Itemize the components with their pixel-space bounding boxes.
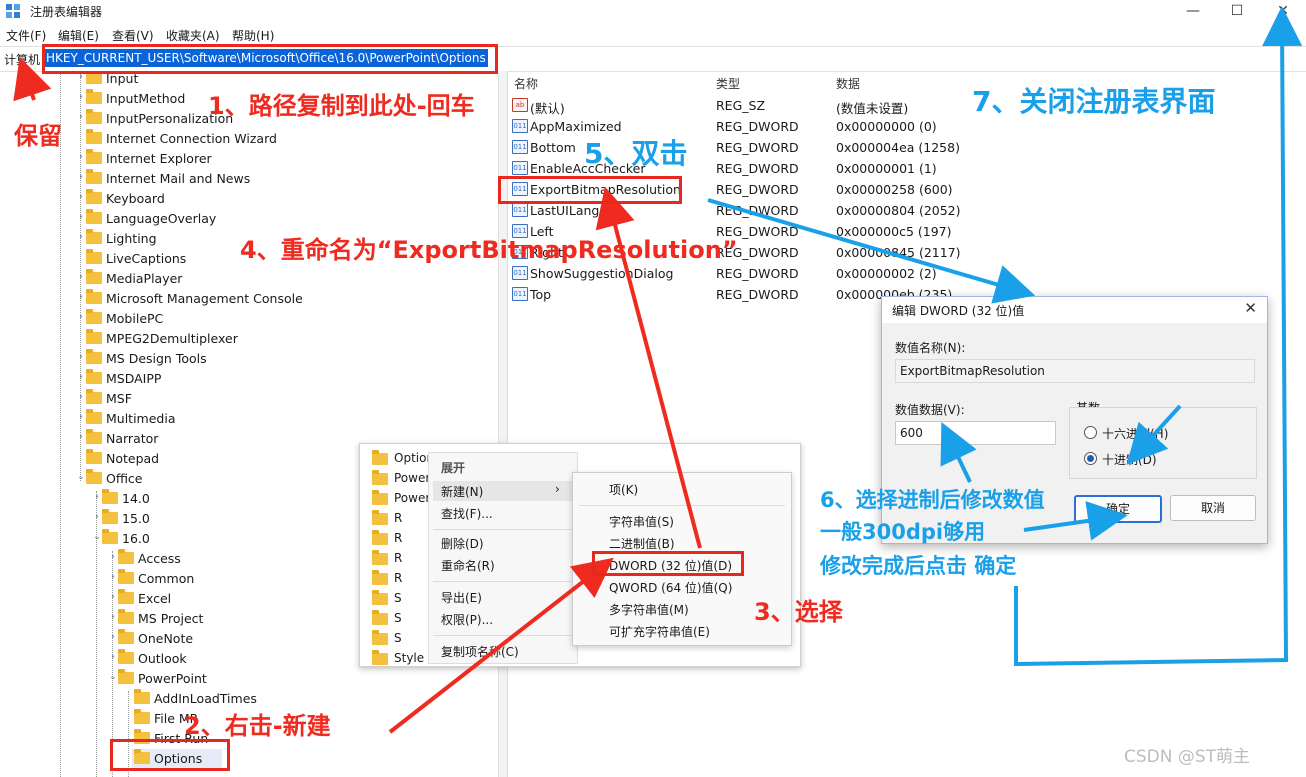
csdn-watermark: CSDN @ST萌主 [1124, 747, 1251, 767]
red-arrows [13, 57, 702, 734]
annotation-step6-line3: 修改完成后点击 确定 [820, 554, 1017, 578]
annotation-step1: 1、路径复制到此处-回车 [208, 92, 475, 120]
annotation-step6-line1: 6、选择进制后修改数值 [820, 488, 1045, 512]
annotation-step2: 2、右击-新建 [184, 712, 331, 740]
highlight-new-value [498, 176, 682, 204]
annotation-step5: 5、双击 [584, 137, 688, 170]
annotation-step4: 4、重命名为“ExportBitmapResolution” [240, 236, 738, 264]
annotation-step3: 3、选择 [754, 598, 843, 626]
highlight-address-path [42, 44, 498, 74]
annotation-keep: 保留 [14, 122, 62, 150]
annotation-step6-line2: 一般300dpi够用 [820, 520, 986, 544]
highlight-dword-option [592, 551, 744, 576]
highlight-options-key [110, 739, 230, 771]
annotation-step7: 7、关闭注册表界面 [972, 85, 1216, 118]
